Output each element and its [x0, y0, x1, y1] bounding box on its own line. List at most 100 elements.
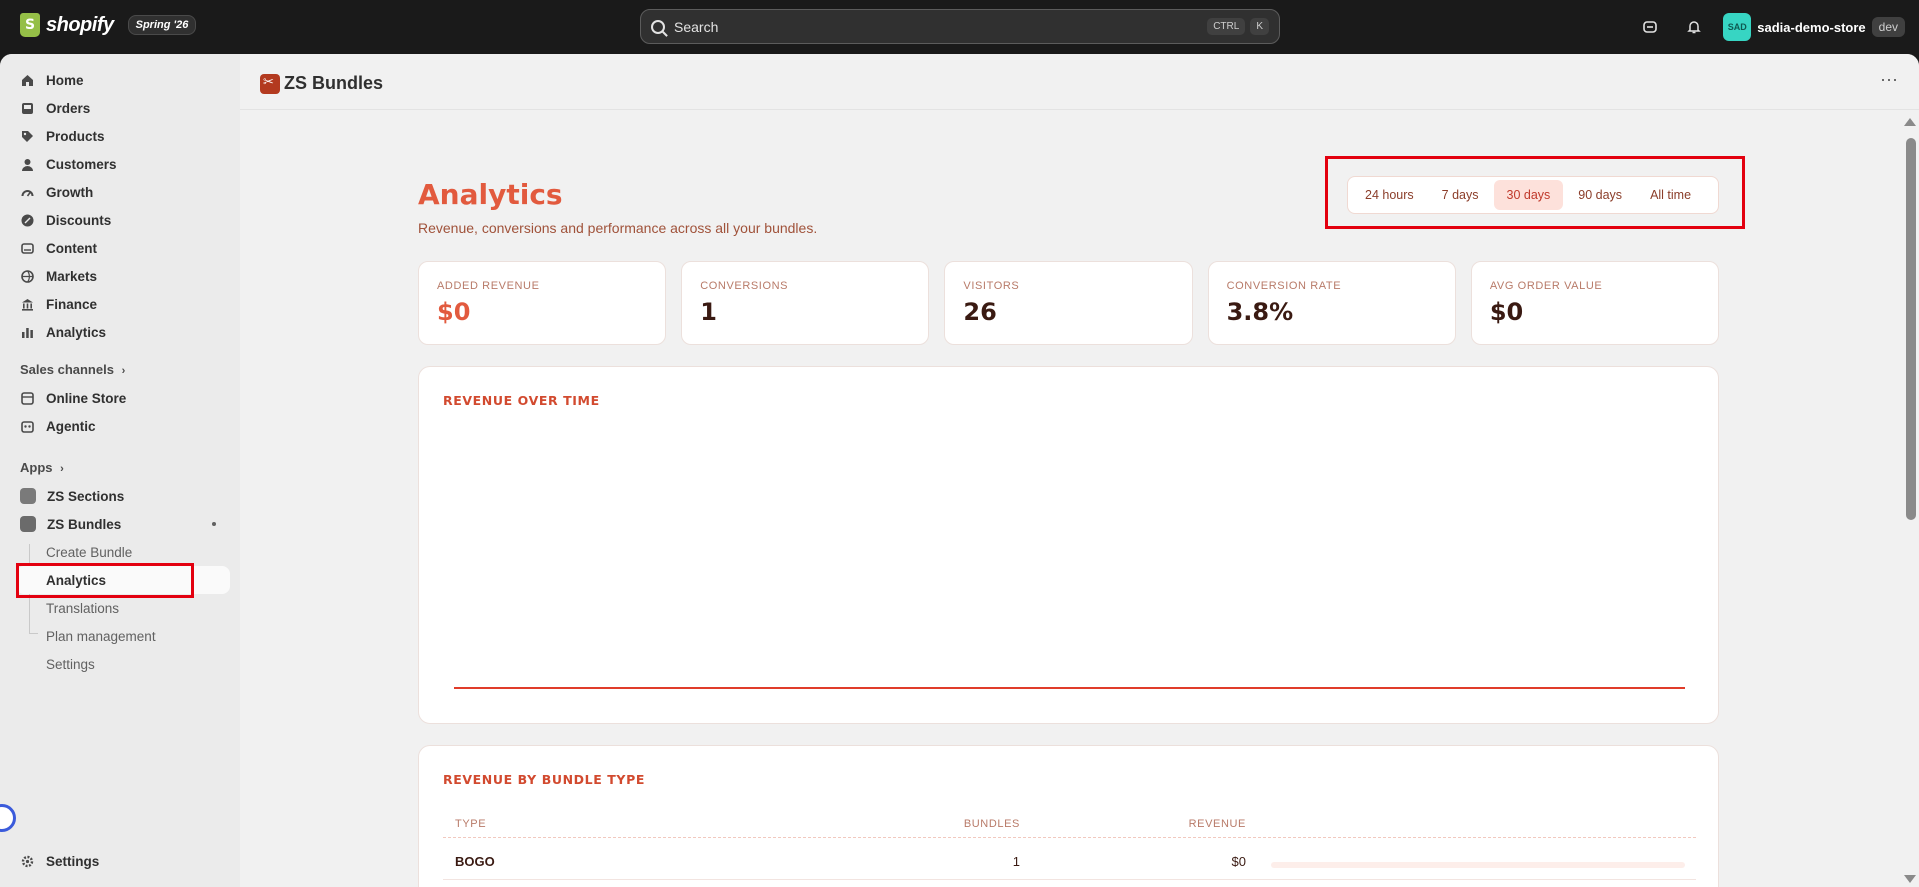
sidebar-item-zs-sections[interactable]: ZS Sections	[16, 482, 230, 510]
sidebar-item-agentic[interactable]: Agentic	[16, 412, 230, 440]
analytics-subtitle: Revenue, conversions and performance acr…	[418, 220, 818, 236]
sidebar-item-label: Online Store	[46, 390, 127, 406]
kpi-label: AVG ORDER VALUE	[1489, 280, 1603, 292]
bar-chart-icon	[20, 325, 34, 339]
sidebar-item-label: Agentic	[46, 418, 96, 434]
search-bar[interactable]: Search CTRL K	[640, 9, 1280, 44]
kpi-label: VISITORS	[963, 280, 1020, 292]
store-icon	[20, 391, 34, 405]
sidebar-item-label: Products	[46, 128, 105, 144]
revenue-by-bundle-type-card: REVENUE BY BUNDLE TYPE TYPE BUNDLES REVE…	[418, 745, 1719, 887]
sidebar-item-home[interactable]: Home	[16, 66, 230, 94]
sidebar-item-orders[interactable]: Orders	[16, 94, 230, 122]
gauge-icon	[20, 185, 34, 199]
revenue-share-bar	[1271, 862, 1685, 868]
top-bar: shopify Spring '26 Search CTRL K SAD sad…	[0, 0, 1919, 54]
kpi-value: 3.8%	[1226, 298, 1294, 326]
store-switcher[interactable]: SAD sadia-demo-store dev	[1723, 13, 1905, 41]
sidebar-item-finance[interactable]: Finance	[16, 290, 230, 318]
kpi-avg-order-value: AVG ORDER VALUE $0	[1470, 261, 1720, 345]
shopify-bag-icon	[20, 13, 40, 37]
highlight-box	[16, 563, 194, 598]
subnav-label: Translations	[46, 600, 120, 616]
table-header: TYPE BUNDLES REVENUE	[443, 814, 1696, 838]
store-name: sadia-demo-store	[1757, 19, 1866, 35]
sidebar-item-label: ZS Bundles	[47, 516, 122, 532]
kpi-value: 1	[700, 298, 717, 326]
apps-heading[interactable]: Apps ›	[20, 460, 64, 475]
subnav-label: Create Bundle	[46, 544, 133, 560]
sidebar-item-label: Settings	[46, 853, 100, 869]
cell-revenue: $0	[1231, 854, 1246, 869]
sidebar-item-online-store[interactable]: Online Store	[16, 384, 230, 412]
store-avatar: SAD	[1723, 13, 1752, 41]
kpi-conversion-rate: CONVERSION RATE 3.8%	[1207, 261, 1456, 345]
sales-channels-heading[interactable]: Sales channels ›	[20, 362, 125, 377]
zs-bundles-app-icon	[20, 516, 36, 532]
subnav-create-bundle[interactable]: Create Bundle	[16, 538, 230, 566]
sidebar-item-label: Growth	[46, 184, 94, 200]
bell-icon[interactable]	[1679, 12, 1709, 42]
inbox-icon	[20, 101, 34, 115]
assistant-launcher[interactable]	[0, 804, 16, 832]
globe-icon	[20, 269, 34, 283]
subnav-settings[interactable]: Settings	[16, 650, 230, 678]
highlight-box	[1325, 156, 1745, 229]
sidebar-item-label: ZS Sections	[47, 488, 125, 504]
shopify-logo[interactable]: shopify Spring '26	[20, 13, 197, 37]
chevron-right-icon: ›	[60, 463, 64, 475]
zs-bundles-icon	[260, 74, 280, 94]
robot-icon	[20, 419, 34, 433]
cell-type: BOGO	[455, 854, 495, 869]
column-header-type: TYPE	[455, 818, 487, 830]
sidebar-item-settings[interactable]: Settings	[16, 847, 230, 875]
more-actions-button[interactable]: ⋯	[1880, 70, 1899, 91]
search-icon	[651, 19, 665, 34]
sales-channels-label: Sales channels	[20, 362, 114, 377]
sidebar-item-discounts[interactable]: Discounts	[16, 206, 230, 234]
kpi-row: ADDED REVENUE $0 CONVERSIONS 1 VISITORS …	[418, 261, 1720, 345]
status-dot	[212, 522, 216, 526]
scrollbar-thumb[interactable]	[1906, 138, 1916, 520]
kpi-value: 26	[963, 298, 997, 326]
bank-icon	[20, 297, 34, 311]
page-header: ZS Bundles ⋯	[240, 54, 1919, 110]
sidebar-item-customers[interactable]: Customers	[16, 150, 230, 178]
sidebar-item-analytics[interactable]: Analytics	[16, 318, 230, 346]
sidebar-item-zs-bundles[interactable]: ZS Bundles	[16, 510, 230, 538]
zs-sections-app-icon	[20, 488, 36, 504]
kpi-conversions: CONVERSIONS 1	[681, 261, 930, 345]
sidebar-item-content[interactable]: Content	[16, 234, 230, 262]
sidebar-item-growth[interactable]: Growth	[16, 178, 230, 206]
sidebar-item-label: Analytics	[46, 324, 107, 340]
sidebar-item-markets[interactable]: Markets	[16, 262, 230, 290]
card-title: REVENUE BY BUNDLE TYPE	[443, 772, 645, 787]
kpi-visitors: VISITORS 26	[944, 261, 1193, 345]
logo-text: shopify	[46, 13, 114, 36]
sidebar-item-products[interactable]: Products	[16, 122, 230, 150]
store-env-badge: dev	[1871, 17, 1905, 37]
sidekick-icon[interactable]	[1635, 12, 1665, 42]
kpi-label: CONVERSIONS	[700, 280, 789, 292]
cell-bundles: 1	[1012, 854, 1020, 869]
discount-icon	[20, 213, 34, 227]
sidebar: Home Orders Products Customers Growth Di…	[0, 54, 240, 887]
scroll-down-arrow-icon[interactable]	[1904, 875, 1916, 883]
kpi-label: CONVERSION RATE	[1226, 280, 1342, 292]
kbd-k: K	[1250, 18, 1269, 35]
analytics-heading: Analytics	[418, 178, 563, 211]
sidebar-item-label: Customers	[46, 156, 117, 172]
sidebar-item-label: Orders	[46, 100, 91, 116]
revenue-chart	[454, 687, 1685, 689]
sidebar-item-label: Discounts	[46, 212, 112, 228]
scroll-up-arrow-icon[interactable]	[1904, 118, 1916, 126]
admin-shell: Home Orders Products Customers Growth Di…	[0, 54, 1919, 887]
sidebar-item-label: Markets	[46, 268, 98, 284]
table-row: BOGO 1 $0	[443, 846, 1696, 880]
person-icon	[20, 157, 34, 171]
chevron-right-icon: ›	[121, 365, 126, 377]
subnav-plan-management[interactable]: Plan management	[16, 622, 230, 650]
kpi-value: $0	[1489, 298, 1524, 326]
sidebar-item-label: Home	[46, 72, 84, 88]
subnav-translations[interactable]: Translations	[16, 594, 230, 622]
